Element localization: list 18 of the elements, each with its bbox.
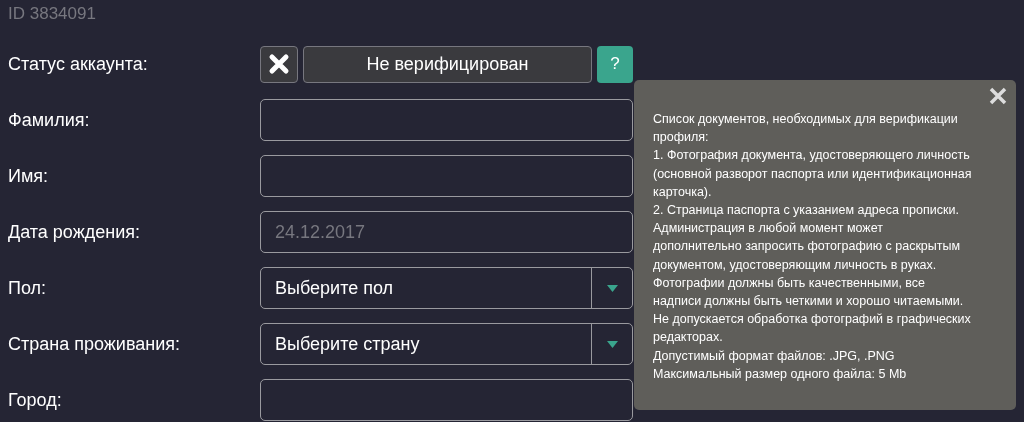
- input-field[interactable]: [260, 99, 633, 141]
- input-field[interactable]: [260, 155, 633, 197]
- caret-icon: [606, 284, 618, 292]
- field-label: Имя:: [8, 165, 50, 187]
- close-icon[interactable]: [988, 86, 1008, 106]
- select-field[interactable]: Выберите пол: [260, 267, 633, 309]
- status-button[interactable]: Не верифицирован: [303, 45, 592, 83]
- field-label: Статус аккаунта:: [8, 53, 149, 75]
- tooltip-text: Список документов, необходимых для верификации профиля: 1. Фотография документа, удостоверяющего личность (основной разворот паспорта или идентификационная карточка). 2. Страница паспорта с указанием адреса прописки. Администрация в любой момент может дополнительно запросить фотографию с раскрытым документом, удостоверяющим личность в руках. Фотографии должны быть качественными, все надписи должны быть четкими и хорошо читаемыми. Не допускается обработка фотографий в графических редакторах. Допустимый формат файлов: .JPG, .PNG Максимальный размер одного файла: 5 Mb: [653, 111, 973, 383]
- input-field[interactable]: [260, 379, 633, 421]
- field-label: Фамилия:: [8, 109, 91, 131]
- field-label: Страна проживания:: [8, 333, 181, 355]
- field-label: Дата рождения:: [8, 221, 141, 243]
- field-label: Город:: [8, 389, 63, 411]
- caret-icon: [606, 340, 618, 348]
- field-label: Пол:: [8, 277, 48, 299]
- account-id: ID 3834091: [8, 4, 97, 25]
- select-field[interactable]: Выберите страну: [260, 323, 633, 365]
